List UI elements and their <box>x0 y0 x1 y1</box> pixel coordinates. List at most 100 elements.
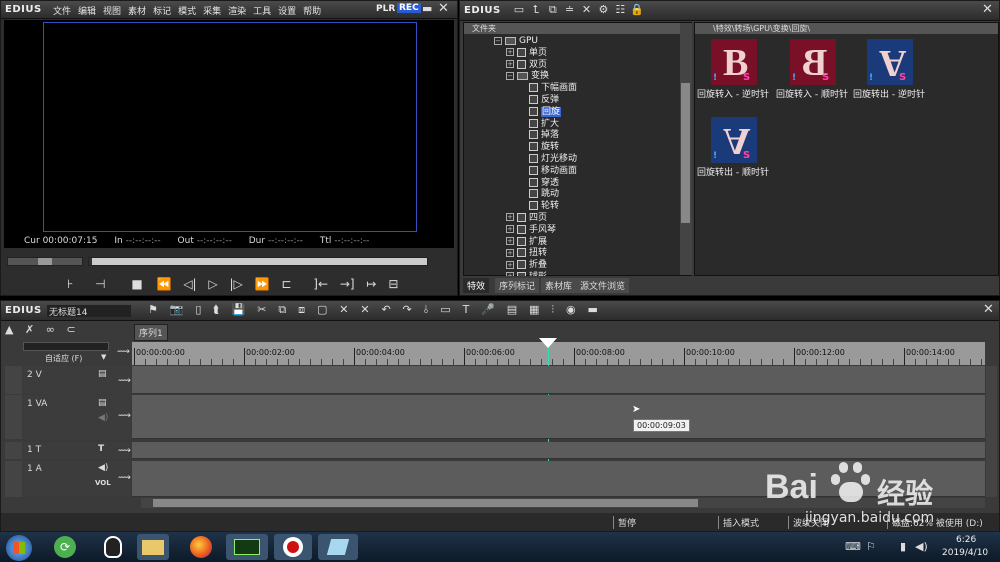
rewind-icon[interactable]: ⏪ <box>157 277 172 291</box>
copy-icon[interactable]: ⧉ <box>546 3 560 17</box>
taskbar-app-firefox-icon[interactable] <box>190 536 212 558</box>
track-expand-icon[interactable]: ⟿ <box>118 376 131 386</box>
menu-mode[interactable]: 模式 <box>178 7 196 17</box>
timeline-vscrollbar[interactable] <box>986 366 997 497</box>
track-lane[interactable] <box>132 366 985 394</box>
tree-item[interactable]: 轮转 <box>464 201 680 213</box>
tree-item[interactable]: + 四页 <box>464 212 680 225</box>
taskbar-app-qq-icon[interactable] <box>104 536 122 558</box>
tree-item[interactable]: + 扩展 <box>464 236 680 249</box>
record-icon[interactable]: ◉ <box>566 303 576 316</box>
lock-icon[interactable]: 🔒 <box>630 3 644 17</box>
jog-slider[interactable] <box>7 257 83 266</box>
track-header[interactable]: 2 V ▤ ⟿ <box>23 366 131 394</box>
mode-dropdown[interactable]: 自适应 (F) <box>45 353 82 364</box>
shuttle-handle[interactable] <box>89 258 92 265</box>
properties-icon[interactable]: ⚙ <box>596 3 610 17</box>
video-preview[interactable]: Cur 00:00:07:15 In --:--:--:-- Out --:--… <box>4 20 454 248</box>
tree-item[interactable]: 跳动 <box>464 189 680 201</box>
tab-sequence-markers[interactable]: 序列标记 <box>495 278 540 293</box>
group-icon[interactable]: ▭ <box>440 303 450 316</box>
ripple-icon[interactable]: ↦ <box>366 277 376 291</box>
overwrite-icon[interactable]: →] <box>340 277 355 291</box>
output-icon[interactable]: ⊟ <box>388 277 398 291</box>
tree-item[interactable]: − GPU <box>464 36 680 48</box>
speaker-icon[interactable]: ◀) <box>98 413 108 423</box>
taskbar-app-360-icon[interactable]: ⟳ <box>54 536 76 558</box>
paste-icon[interactable]: ≐ <box>563 3 577 17</box>
expand-icon[interactable]: + <box>506 60 514 69</box>
timeline-close-icon[interactable]: ✕ <box>983 302 994 317</box>
tree-scrollbar[interactable] <box>680 23 692 275</box>
clock-time[interactable]: 6:26 <box>956 535 976 545</box>
collapse-icon[interactable]: − <box>506 71 514 80</box>
track-layer-icon[interactable]: ▤ <box>98 398 107 408</box>
timeline-hscrollbar[interactable] <box>141 498 985 508</box>
track-expand-icon[interactable]: ⟿ <box>118 473 131 483</box>
stop-icon[interactable]: ■ <box>131 277 142 291</box>
track-lock[interactable] <box>5 395 22 439</box>
track-header[interactable]: 1 A ◀) VOL ⟿ <box>23 461 131 497</box>
speaker-icon[interactable]: ◀) <box>98 463 108 473</box>
effect-thumbnail[interactable]: A! S <box>867 39 913 85</box>
loop-icon[interactable]: ⊏ <box>281 277 291 291</box>
waveform-icon[interactable]: ▲ <box>5 323 13 336</box>
render-icon[interactable]: ▤ <box>507 303 517 316</box>
fast-forward-icon[interactable]: ⏩ <box>255 277 270 291</box>
track-header[interactable]: 1 T T ⟿ <box>23 442 131 459</box>
track-lane[interactable] <box>132 395 985 439</box>
tray-volume-icon[interactable]: ◀) <box>915 540 928 553</box>
tab-bin[interactable]: 素材库 <box>541 278 577 293</box>
fx-icon[interactable]: ✗ <box>25 323 34 336</box>
open-icon[interactable]: ⮬ <box>213 303 220 317</box>
track-lock[interactable] <box>5 461 22 497</box>
settings-icon[interactable]: ▬ <box>587 303 597 316</box>
tree-item[interactable]: 移动画面 <box>464 165 680 178</box>
sync-icon[interactable]: ⊂ <box>66 323 75 336</box>
expand-icon[interactable]: + <box>506 213 514 222</box>
delete-clip-icon[interactable]: ✕ <box>339 303 348 316</box>
track-lock[interactable] <box>5 442 22 459</box>
menu-tools[interactable]: 工具 <box>253 7 271 17</box>
tree-item[interactable]: + 手风琴 <box>464 224 680 237</box>
multicam-icon[interactable]: ▦ <box>529 303 539 316</box>
tree-item[interactable]: 灯光移动 <box>464 153 680 166</box>
taskbar-app-recorder-icon[interactable] <box>274 534 312 560</box>
collapse-icon[interactable]: − <box>494 36 502 45</box>
mic-icon[interactable]: 🎤 <box>481 303 495 316</box>
track-lane[interactable] <box>132 461 985 497</box>
taskbar-app-explorer-icon[interactable] <box>137 534 169 560</box>
playhead-handle-icon[interactable] <box>539 338 558 348</box>
tray-keyboard-icon[interactable]: ⌨ <box>845 540 861 553</box>
track-lane[interactable] <box>132 442 985 459</box>
redo-icon[interactable]: ↷ <box>403 303 412 316</box>
menu-view[interactable]: 视图 <box>103 7 121 17</box>
track-header[interactable]: 1 VA ▤ ◀) ⟿ <box>23 395 131 439</box>
mode-chevron-icon[interactable]: ▼ <box>101 353 106 361</box>
expand-icon[interactable]: + <box>506 272 514 276</box>
mark-in-icon[interactable]: ⊦ <box>67 277 73 291</box>
expand-icon[interactable]: + <box>506 237 514 246</box>
rec-button[interactable]: REC <box>397 3 421 13</box>
title-icon[interactable]: T <box>463 303 470 316</box>
hscroll-thumb[interactable] <box>153 499 698 507</box>
replace-icon[interactable]: ▢ <box>317 303 327 316</box>
tree-item[interactable]: 穿透 <box>464 177 680 190</box>
sequence-icon[interactable]: ⚑ <box>148 303 158 316</box>
minimize-icon[interactable]: ▬ <box>422 2 432 15</box>
track-name-field[interactable] <box>23 342 109 351</box>
menu-help[interactable]: 帮助 <box>303 7 321 17</box>
menu-render[interactable]: 渲染 <box>228 7 246 17</box>
taskbar-app-notes-icon[interactable] <box>318 534 358 560</box>
undo-icon[interactable]: ↶ <box>381 303 390 316</box>
up-folder-icon[interactable]: ⮤ <box>529 3 543 17</box>
taskbar-app-edius-icon[interactable] <box>226 534 268 560</box>
tree-item[interactable]: 扩大 <box>464 118 680 131</box>
expand-icon[interactable]: + <box>506 48 514 57</box>
tree-item[interactable]: 旋转 <box>464 142 680 154</box>
delete-icon[interactable]: ✕ <box>580 3 594 17</box>
tree-item[interactable]: + 双页 <box>464 59 680 72</box>
time-ruler[interactable]: 00:00:00:00 00:00:02:00 00:00:04:00 00:00:0… <box>132 342 985 365</box>
tree-item[interactable]: + 扭转 <box>464 248 680 260</box>
expand-icon[interactable]: + <box>506 248 514 257</box>
